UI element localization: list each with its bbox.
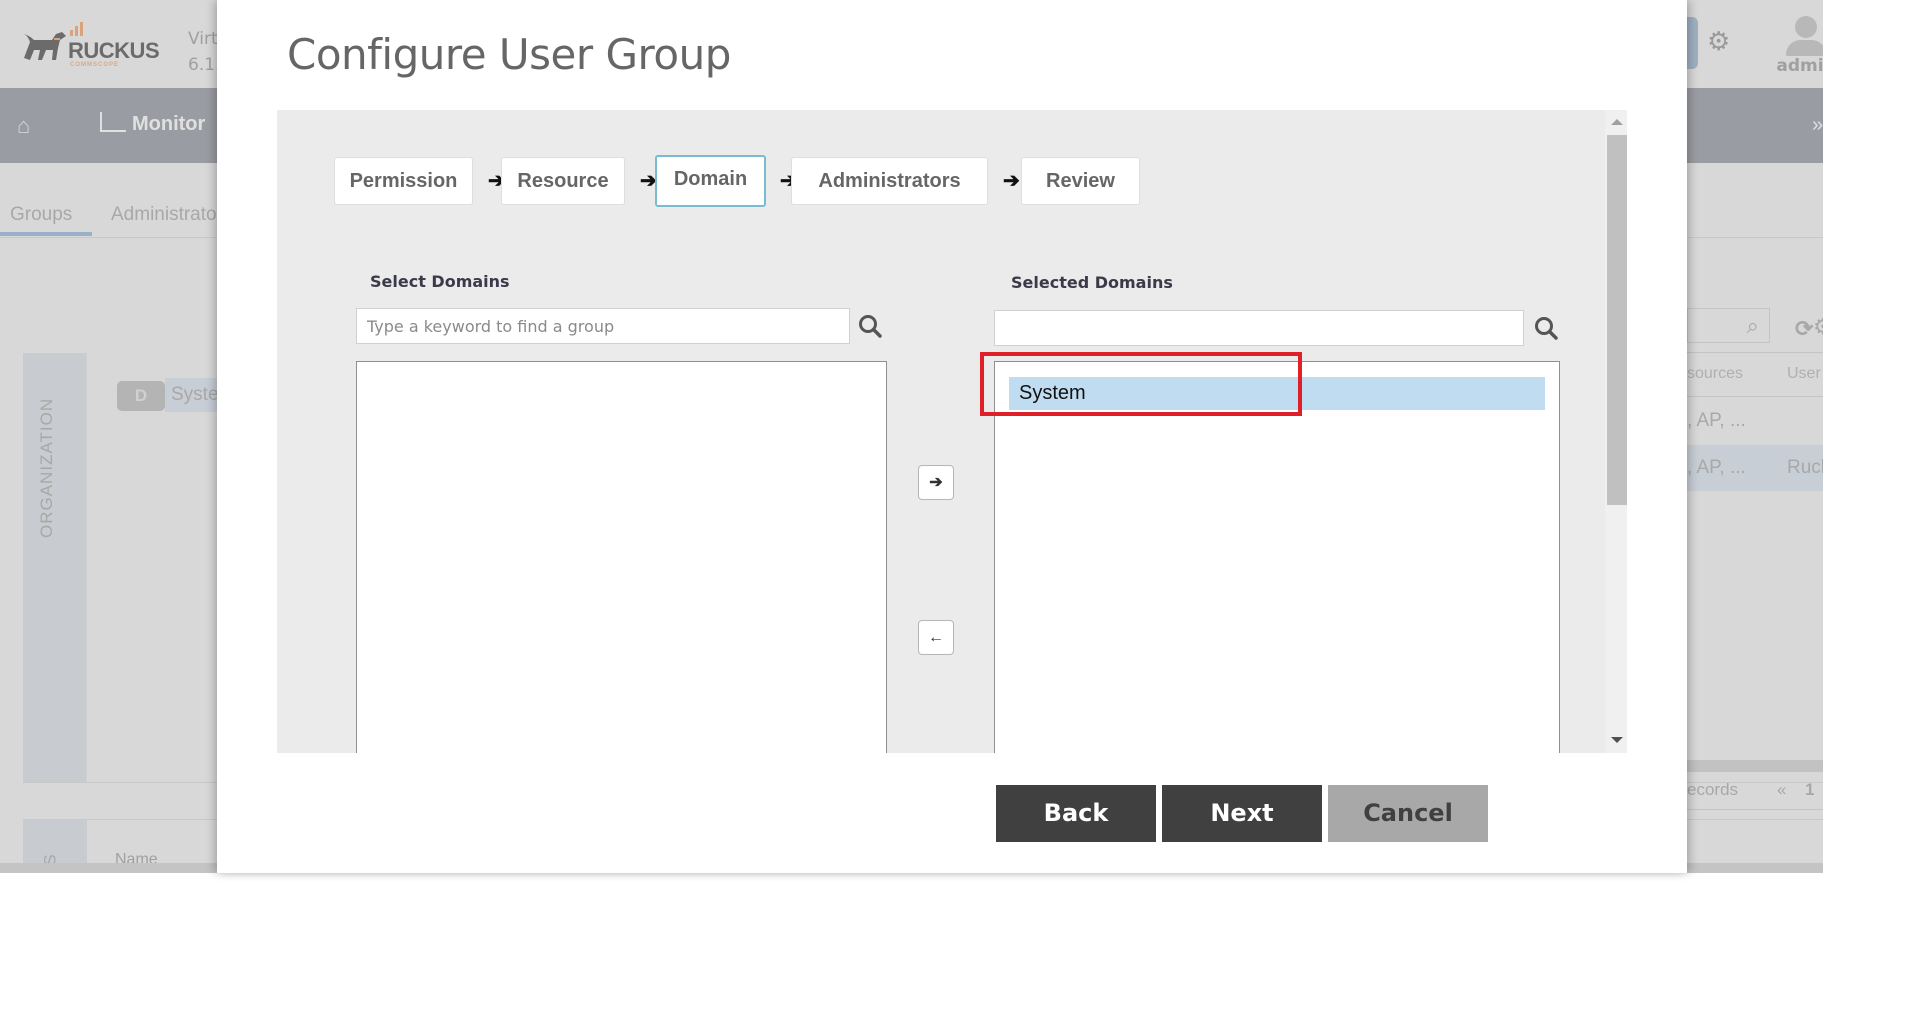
table-settings-gear-icon[interactable]: ⚙: [1813, 314, 1823, 340]
user-avatar-icon: [1795, 16, 1817, 38]
selected-domains-list[interactable]: System: [994, 361, 1560, 753]
column-header-users: User: [1787, 365, 1821, 382]
user-name: admin: [1776, 56, 1823, 76]
signal-bars-icon: [70, 18, 85, 36]
refresh-icon[interactable]: ⟳: [1795, 316, 1813, 342]
tab-administrators[interactable]: Administrato: [111, 204, 217, 226]
active-tab-indicator: [0, 232, 92, 236]
table-row-selected[interactable]: , AP, ... Ruck: [1687, 445, 1823, 491]
nav-item-label: Monitor: [132, 113, 206, 135]
scrollbar-thumb[interactable]: [1607, 135, 1627, 505]
step-administrators[interactable]: Administrators: [791, 157, 988, 205]
table-row[interactable]: , AP, ...: [1687, 410, 1746, 432]
user-avatar-body: [1786, 40, 1823, 56]
table-cell: , AP, ...: [1687, 457, 1746, 478]
step-domain[interactable]: Domain: [655, 155, 766, 207]
table-header: sources User: [1687, 352, 1823, 397]
organization-sidebar: ORGANIZATION: [23, 353, 87, 783]
user-menu[interactable]: admin: [1776, 14, 1823, 76]
available-domains-list[interactable]: [356, 361, 887, 753]
scroll-up-icon[interactable]: [1611, 119, 1623, 125]
nav-item-monitor[interactable]: Monitor: [100, 112, 205, 136]
brand-name: RUCKUS: [68, 38, 160, 63]
list-item-system[interactable]: System: [1009, 377, 1545, 410]
line-chart-icon: [100, 112, 126, 132]
arrow-left-icon: ←: [928, 629, 944, 646]
settings-gear-icon[interactable]: ⚙: [1707, 28, 1733, 54]
bg-search-box[interactable]: ⌕: [1687, 308, 1770, 343]
search-icon[interactable]: ⌕: [1747, 313, 1759, 339]
prev-page-icon[interactable]: «: [1777, 780, 1786, 800]
pagination: ecords « 1: [1687, 772, 1823, 810]
brand-sub: COMMSCOPE: [70, 62, 120, 68]
domain-badge: D: [117, 381, 165, 411]
table-cell: Ruck: [1787, 457, 1823, 478]
move-right-button[interactable]: ➔: [918, 465, 954, 500]
configure-user-group-dialog: Configure User Group Permission ➔ Resour…: [217, 0, 1687, 873]
next-button[interactable]: Next: [1162, 785, 1322, 842]
selected-domains-search-input[interactable]: [994, 310, 1524, 346]
dialog-scrollbar[interactable]: [1605, 110, 1627, 753]
ruckus-logo: RUCKUS COMMSCOPE: [22, 18, 160, 70]
tab-groups[interactable]: Groups: [10, 204, 72, 226]
step-review[interactable]: Review: [1021, 157, 1140, 205]
search-icon[interactable]: [857, 313, 883, 339]
step-permission[interactable]: Permission: [334, 157, 473, 205]
scroll-down-icon[interactable]: [1611, 737, 1623, 743]
select-domains-label: Select Domains: [370, 272, 510, 291]
home-icon[interactable]: ⌂: [17, 113, 30, 139]
step-arrow-icon: ➔: [1003, 170, 1020, 192]
cancel-button[interactable]: Cancel: [1328, 785, 1488, 842]
move-left-button[interactable]: ←: [918, 620, 954, 655]
dialog-body: Permission ➔ Resource ➔ Domain ➔ Adminis…: [277, 110, 1627, 753]
step-resource[interactable]: Resource: [501, 157, 625, 205]
column-header-resources: sources: [1687, 365, 1744, 382]
tree-node-system[interactable]: Syste: [165, 378, 225, 412]
back-button[interactable]: Back: [996, 785, 1156, 842]
dog-logo-icon: [24, 32, 66, 60]
select-domains-search-input[interactable]: [356, 308, 850, 344]
arrow-right-icon: ➔: [929, 474, 943, 491]
selected-domains-label: Selected Domains: [1011, 273, 1173, 292]
records-label: ecords: [1687, 780, 1739, 799]
dialog-title: Configure User Group: [287, 30, 731, 79]
table-scrollbar[interactable]: [1687, 760, 1823, 772]
page-number[interactable]: 1: [1805, 780, 1814, 800]
double-chevron-right-icon[interactable]: »: [1812, 114, 1823, 137]
secondary-sidebar: S: [23, 820, 87, 866]
search-icon[interactable]: [1533, 315, 1559, 341]
